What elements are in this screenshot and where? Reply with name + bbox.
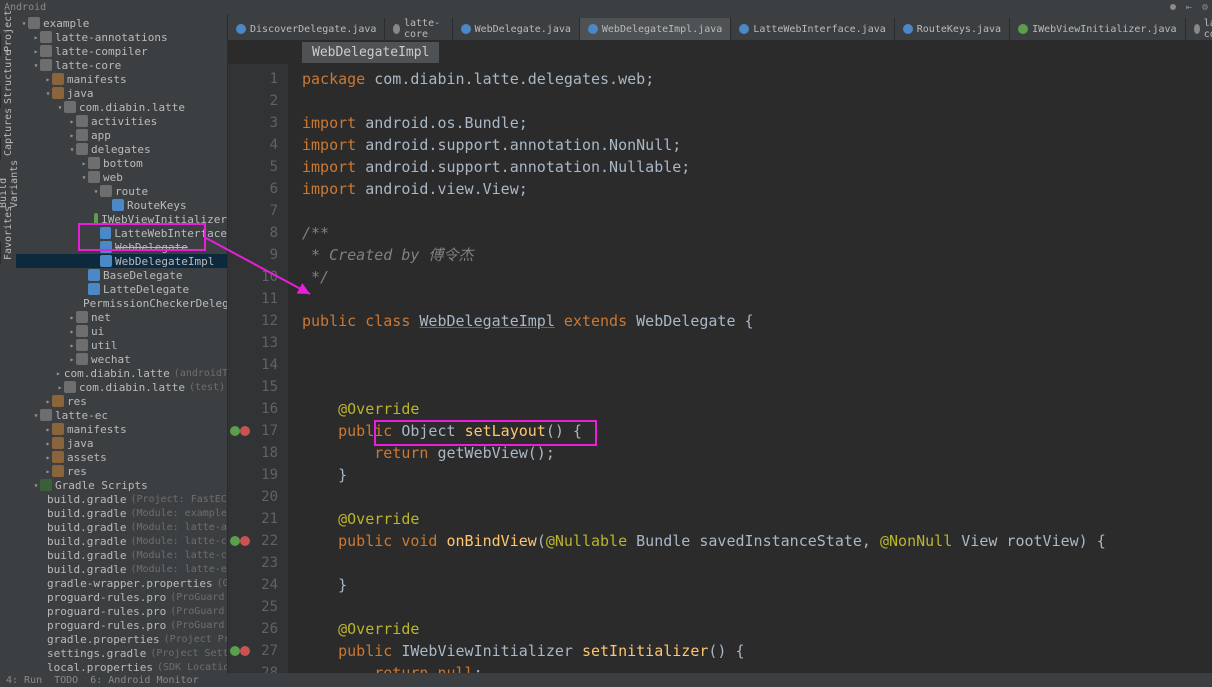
tree-item-com-diabin-latte[interactable]: ▸com.diabin.latte(test) [16,380,227,394]
tree-item-routekeys[interactable]: RouteKeys [16,198,227,212]
tree-item-java[interactable]: ▾java [16,86,227,100]
project-tree-panel: ▾example▸latte-annotations▸latte-compile… [16,14,228,673]
tree-item-settings-gradle[interactable]: settings.gradle(Project Settings) [16,646,227,660]
editor-tab-latte-core[interactable]: latte-core [385,18,452,40]
tree-item-bottom[interactable]: ▸bottom [16,156,227,170]
tree-item-build-gradle[interactable]: build.gradle(Module: latte-ec) [16,562,227,576]
tree-item-permissioncheckerdelegate[interactable]: PermissionCheckerDelegate [16,296,227,310]
tree-item-ui[interactable]: ▸ui [16,324,227,338]
settings-icon[interactable]: ⚙ [1202,2,1208,13]
tree-item-basedelegate[interactable]: BaseDelegate [16,268,227,282]
tree-item-app[interactable]: ▸app [16,128,227,142]
tree-item-iwebviewinitializer[interactable]: IWebViewInitializer [16,212,227,226]
tree-item-com-diabin-latte[interactable]: ▾com.diabin.latte [16,100,227,114]
status-todo[interactable]: TODO [54,675,78,686]
tree-item-manifests[interactable]: ▸manifests [16,422,227,436]
collapse-icon[interactable]: ⇤ [1186,2,1192,13]
tree-item-proguard-rules-pro[interactable]: proguard-rules.pro(ProGuard Rules for la… [16,604,227,618]
tool-tab-captures[interactable]: Captures [0,138,16,160]
tool-tab-favorites[interactable]: Favorites [0,242,16,264]
tree-item-example[interactable]: ▾example [16,16,227,30]
status-run[interactable]: 4: Run [6,675,42,686]
tree-item-build-gradle[interactable]: build.gradle(Module: latte-annotations) [16,520,227,534]
tree-item-latte-ec[interactable]: ▾latte-ec [16,408,227,422]
tree-item-local-properties[interactable]: local.properties(SDK Location) [16,660,227,673]
tree-item-build-gradle[interactable]: build.gradle(Project: FastEC) [16,492,227,506]
tree-item-latte-core[interactable]: ▾latte-core [16,58,227,72]
tree-item-webdelegateimpl[interactable]: WebDelegateImpl [16,254,227,268]
tree-item-com-diabin-latte[interactable]: ▸com.diabin.latte(androidTest) [16,366,227,380]
tree-item-res[interactable]: ▸res [16,464,227,478]
line-gutter: 1234567891011121314151617181920212223242… [228,64,288,673]
code-editor[interactable]: package com.diabin.latte.delegates.web; … [288,64,1212,673]
project-tree[interactable]: ▾example▸latte-annotations▸latte-compile… [16,14,227,673]
tree-item-util[interactable]: ▸util [16,338,227,352]
tree-item-res[interactable]: ▸res [16,394,227,408]
tree-item-build-gradle[interactable]: build.gradle(Module: latte-core) [16,548,227,562]
tree-item-net[interactable]: ▸net [16,310,227,324]
tree-item-lattewebinterface[interactable]: LatteWebInterface [16,226,227,240]
tree-item-gradle-wrapper-properties[interactable]: gradle-wrapper.properties(Gradle Version… [16,576,227,590]
tree-item-latte-annotations[interactable]: ▸latte-annotations [16,30,227,44]
status-monitor[interactable]: 6: Android Monitor [90,675,198,686]
tree-item-gradle-properties[interactable]: gradle.properties(Project Properties) [16,632,227,646]
tool-tab-structure[interactable]: Structure [0,86,16,108]
tree-item-activities[interactable]: ▸activities [16,114,227,128]
top-toolbar: Android ⇤ ⚙ [0,0,1212,14]
editor-tab-discoverdelegate-java[interactable]: DiscoverDelegate.java [228,18,385,40]
status-bar: 4: Run TODO 6: Android Monitor [0,673,1212,687]
tree-item-gradle-scripts[interactable]: ▾Gradle Scripts [16,478,227,492]
editor-tab-webdelegateimpl-java[interactable]: WebDelegateImpl.java [580,18,731,40]
tree-item-latte-compiler[interactable]: ▸latte-compiler [16,44,227,58]
tree-item-delegates[interactable]: ▾delegates [16,142,227,156]
tree-item-webdelegate[interactable]: WebDelegate [16,240,227,254]
tree-item-wechat[interactable]: ▸wechat [16,352,227,366]
tree-item-web[interactable]: ▾web [16,170,227,184]
tree-item-build-gradle[interactable]: build.gradle(Module: latte-compiler) [16,534,227,548]
tree-item-route[interactable]: ▾route [16,184,227,198]
tree-item-build-gradle[interactable]: build.gradle(Module: example) [16,506,227,520]
editor-tab-webdelegate-java[interactable]: WebDelegate.java [453,18,580,40]
breadcrumb-bar: WebDelegateImpl [228,40,1212,64]
editor-tab-iwebviewinitializer-java[interactable]: IWebViewInitializer.java [1010,18,1186,40]
editor-tabs: DiscoverDelegate.javalatte-coreWebDelega… [228,14,1212,40]
tree-item-lattedelegate[interactable]: LatteDelegate [16,282,227,296]
editor-tab-routekeys-java[interactable]: RouteKeys.java [895,18,1010,40]
breadcrumb-class[interactable]: WebDelegateImpl [302,42,439,63]
tree-item-manifests[interactable]: ▸manifests [16,72,227,86]
tree-item-java[interactable]: ▸java [16,436,227,450]
tree-item-assets[interactable]: ▸assets [16,450,227,464]
toolbar-dot[interactable] [1170,4,1176,10]
editor-tab-lattewebinterface-java[interactable]: LatteWebInterface.java [731,18,894,40]
editor-tab-latte-compiler[interactable]: latte-compiler [1186,18,1212,40]
tree-item-proguard-rules-pro[interactable]: proguard-rules.pro(ProGuard Rules for la… [16,618,227,632]
tree-item-proguard-rules-pro[interactable]: proguard-rules.pro(ProGuard Rules for ex… [16,590,227,604]
tool-window-bar: Project Structure Captures Build Variant… [0,14,16,673]
